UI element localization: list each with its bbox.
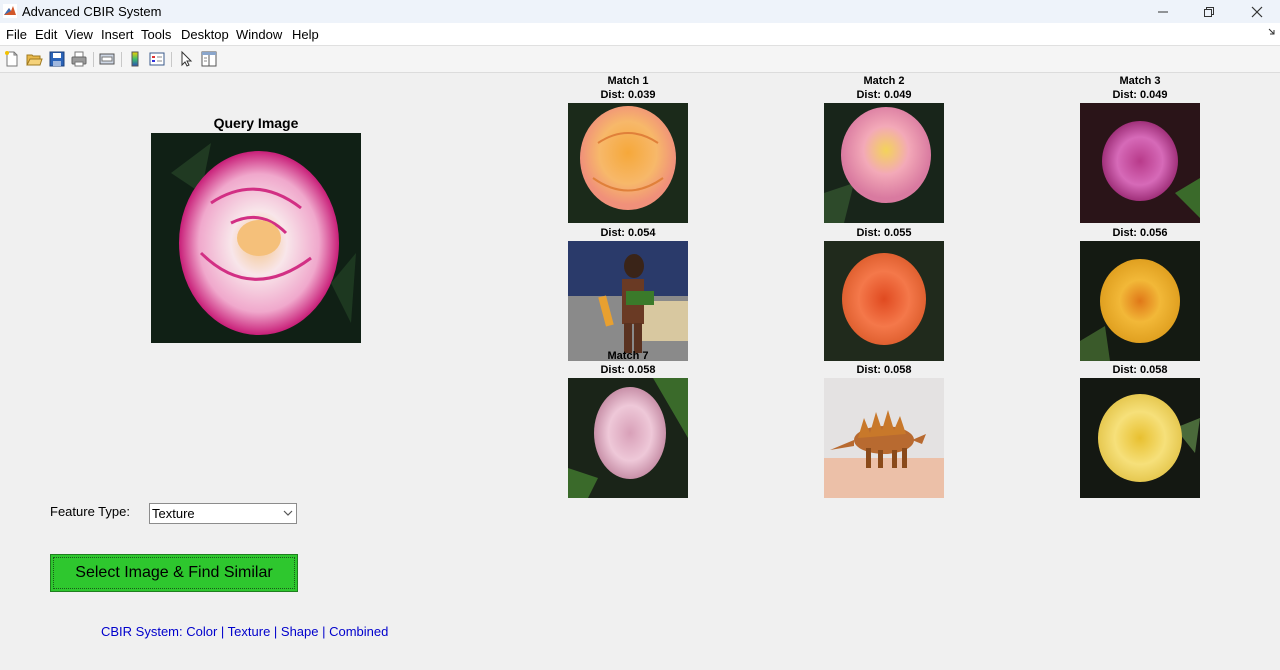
footer-caption: CBIR System: Color | Texture | Shape | C… (101, 624, 389, 639)
match-distance: Dist: 0.049 (856, 89, 912, 101)
restore-button[interactable] (1186, 0, 1232, 23)
menu-insert[interactable]: Insert (101, 27, 134, 42)
match-title: Match 1 (607, 75, 649, 87)
restore-icon (1204, 6, 1214, 17)
match-distance: Dist: 0.058 (1112, 364, 1168, 376)
match-image[interactable] (568, 103, 688, 223)
match-title: Match 3 (1119, 75, 1161, 87)
legend-icon[interactable] (148, 50, 166, 68)
toolbar-separator (93, 52, 94, 67)
menu-desktop[interactable]: Desktop (181, 27, 229, 42)
chevron-down-icon (283, 510, 293, 516)
menu-help[interactable]: Help (292, 27, 319, 42)
minimize-icon (1158, 11, 1168, 12)
minimize-button[interactable] (1140, 0, 1186, 23)
undock-icon[interactable] (1268, 28, 1276, 36)
match-distance: Dist: 0.058 (856, 364, 912, 376)
feature-type-select[interactable]: Texture (149, 503, 297, 524)
feature-type-label: Feature Type: (50, 504, 130, 519)
match-image[interactable] (568, 378, 688, 498)
match-image[interactable] (824, 378, 944, 498)
match-image[interactable] (824, 241, 944, 361)
menu-tools[interactable]: Tools (141, 27, 171, 42)
print-icon[interactable] (70, 50, 88, 68)
focus-outline (53, 557, 295, 589)
close-button[interactable] (1234, 0, 1280, 23)
match-distance: Dist: 0.055 (856, 227, 912, 239)
feature-type-value: Texture (152, 506, 195, 521)
window-title: Advanced CBIR System (22, 4, 162, 19)
new-figure-icon[interactable] (3, 50, 21, 68)
menu-file[interactable]: File (6, 27, 27, 42)
print-preview-icon[interactable] (98, 50, 116, 68)
query-image (151, 133, 361, 343)
edit-plot-icon[interactable] (177, 50, 195, 68)
select-find-similar-button[interactable]: Select Image & Find Similar (50, 554, 298, 592)
menu-edit[interactable]: Edit (35, 27, 57, 42)
match-distance: Dist: 0.056 (1112, 227, 1168, 239)
matlab-icon (3, 4, 17, 18)
toolbar-separator (171, 52, 172, 67)
match-distance: Dist: 0.039 (600, 89, 656, 101)
property-inspector-icon[interactable] (200, 50, 218, 68)
match-image[interactable] (1080, 241, 1200, 361)
open-file-icon[interactable] (25, 50, 43, 68)
match-distance: Dist: 0.054 (600, 227, 656, 239)
match-distance: Dist: 0.049 (1112, 89, 1168, 101)
title-bar: Advanced CBIR System (0, 0, 1280, 23)
menu-window[interactable]: Window (236, 27, 282, 42)
match-title: Match 2 (863, 75, 905, 87)
match-title: Match 7 (607, 350, 649, 362)
query-image-title: Query Image (213, 115, 299, 131)
match-image[interactable] (824, 103, 944, 223)
save-icon[interactable] (48, 50, 66, 68)
match-image[interactable] (568, 241, 688, 361)
match-distance: Dist: 0.058 (600, 364, 656, 376)
close-icon (1251, 6, 1263, 17)
menu-view[interactable]: View (65, 27, 93, 42)
match-image[interactable] (1080, 103, 1200, 223)
match-image[interactable] (1080, 378, 1200, 498)
menu-bar: File Edit View Insert Tools Desktop Wind… (0, 23, 1280, 46)
toolbar-separator (121, 52, 122, 67)
toolbar (0, 46, 1280, 73)
colorbar-icon[interactable] (126, 50, 144, 68)
